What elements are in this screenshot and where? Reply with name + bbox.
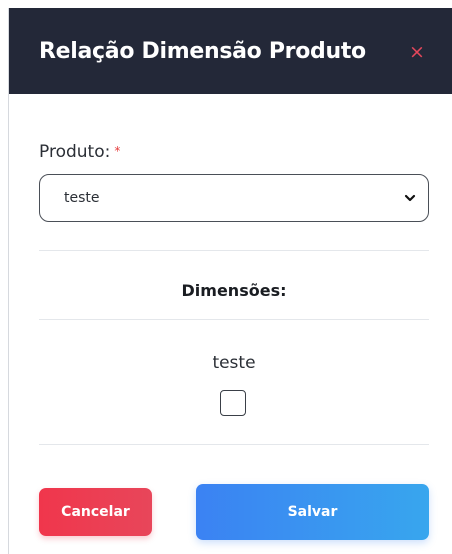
dimension-option-label: teste	[212, 353, 256, 373]
product-select-value: teste	[64, 190, 100, 206]
divider	[39, 250, 429, 251]
modal-header: Relação Dimensão Produto ×	[9, 8, 452, 94]
dimension-option-checkbox[interactable]	[220, 390, 246, 416]
relation-modal: Relação Dimensão Produto × Produto: * tes…	[8, 8, 452, 554]
cancel-button[interactable]: Cancelar	[39, 488, 152, 536]
required-mark: *	[114, 144, 121, 158]
divider	[39, 444, 429, 445]
product-label-text: Produto:	[39, 142, 111, 162]
save-button[interactable]: Salvar	[196, 484, 429, 540]
chevron-down-icon	[404, 194, 416, 202]
product-select[interactable]: teste	[39, 174, 429, 222]
modal-title: Relação Dimensão Produto	[39, 39, 366, 64]
product-field-label: Produto: *	[39, 140, 120, 163]
dimensions-title: Dimensões:	[181, 281, 287, 300]
divider	[39, 319, 429, 320]
close-icon[interactable]: ×	[407, 40, 427, 64]
